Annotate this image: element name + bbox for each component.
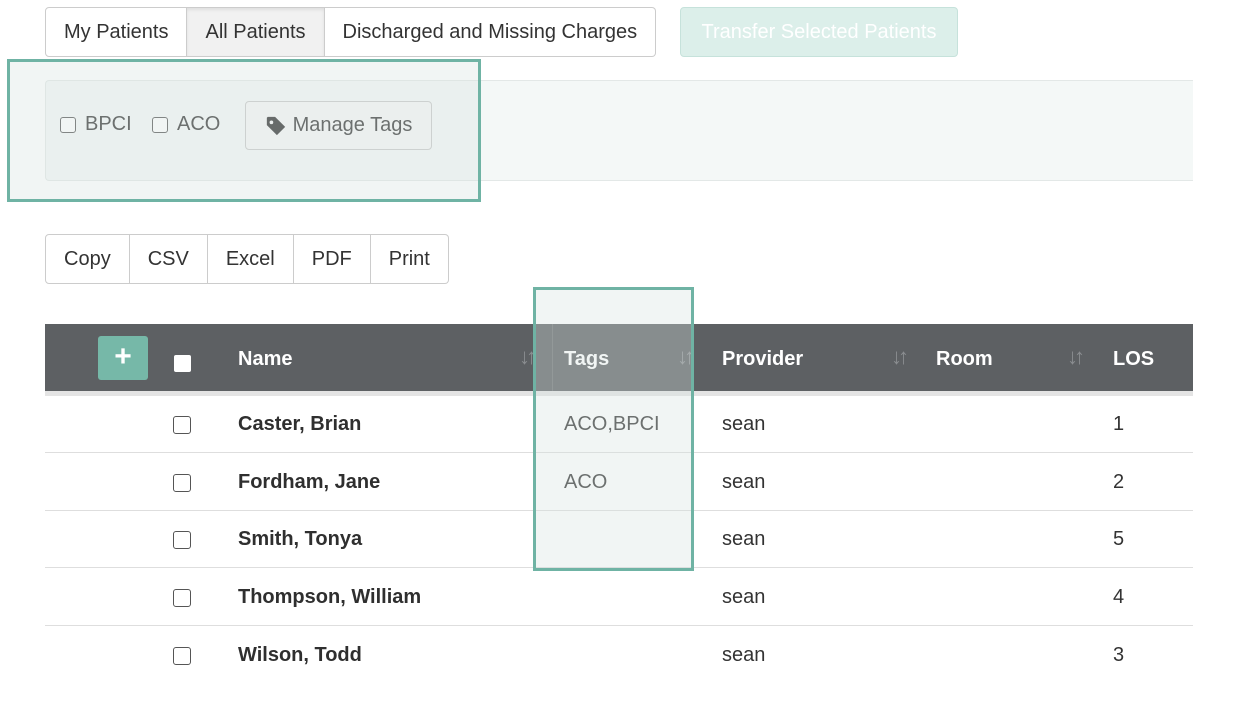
patient-name[interactable]: Fordham, Jane — [238, 471, 380, 494]
bpci-filter[interactable]: BPCI — [60, 113, 132, 136]
csv-button[interactable]: CSV — [129, 234, 208, 284]
table-row[interactable]: Fordham, Jane ACO sean 2 — [45, 454, 1193, 511]
column-header-los[interactable]: LOS — [1113, 348, 1154, 371]
bpci-checkbox[interactable] — [60, 116, 76, 133]
patient-provider: sean — [722, 644, 766, 666]
patient-los: 2 — [1113, 471, 1125, 493]
tag-icon — [266, 116, 285, 135]
aco-checkbox[interactable] — [152, 116, 168, 133]
print-button[interactable]: Print — [370, 234, 449, 284]
column-header-name[interactable]: Name — [238, 348, 292, 371]
sort-icon[interactable]: ↓↑ — [891, 344, 909, 370]
patient-tabs: My Patients All Patients Discharged and … — [45, 7, 657, 57]
patient-los: 5 — [1113, 528, 1125, 550]
tab-my-patients[interactable]: My Patients — [45, 7, 188, 57]
row-checkbox[interactable] — [173, 647, 191, 665]
select-all-checkbox[interactable] — [174, 355, 191, 372]
table-row[interactable]: Caster, Brian ACO,BPCI sean 1 — [45, 396, 1193, 453]
manage-tags-button[interactable]: Manage Tags — [245, 101, 432, 150]
column-header-tags[interactable]: Tags — [564, 348, 609, 371]
column-header-provider[interactable]: Provider — [722, 348, 803, 371]
excel-button[interactable]: Excel — [207, 234, 294, 284]
sort-icon[interactable]: ↓↑ — [677, 344, 695, 370]
patient-los: 4 — [1113, 586, 1125, 608]
row-checkbox[interactable] — [173, 474, 191, 492]
table-row[interactable]: Thompson, William sean 4 — [45, 569, 1193, 626]
export-button-group: Copy CSV Excel PDF Print — [45, 234, 449, 284]
patient-provider: sean — [722, 586, 766, 608]
tab-all-patients[interactable]: All Patients — [187, 7, 325, 57]
transfer-selected-patients-button[interactable]: Transfer Selected Patients — [680, 7, 958, 57]
patient-name[interactable]: Thompson, William — [238, 586, 421, 609]
patient-los: 1 — [1113, 413, 1125, 435]
patient-name[interactable]: Smith, Tonya — [238, 528, 362, 551]
table-row[interactable]: Smith, Tonya sean 5 — [45, 511, 1193, 568]
patient-tags: ACO,BPCI — [564, 413, 660, 435]
aco-label: ACO — [177, 113, 221, 135]
add-patient-button[interactable]: + — [98, 336, 148, 380]
patient-name[interactable]: Wilson, Todd — [238, 644, 362, 667]
table-row[interactable]: Wilson, Todd sean 3 — [45, 627, 1193, 684]
column-divider — [552, 324, 553, 391]
patient-los: 3 — [1113, 644, 1125, 666]
row-checkbox[interactable] — [173, 531, 191, 549]
copy-button[interactable]: Copy — [45, 234, 130, 284]
pdf-button[interactable]: PDF — [293, 234, 371, 284]
bpci-label: BPCI — [85, 113, 132, 135]
tab-discharged-missing-charges[interactable]: Discharged and Missing Charges — [324, 7, 657, 57]
patient-provider: sean — [722, 413, 766, 435]
sort-icon[interactable]: ↓↑ — [519, 344, 537, 370]
patient-provider: sean — [722, 471, 766, 493]
patient-provider: sean — [722, 528, 766, 550]
manage-tags-label: Manage Tags — [292, 114, 413, 136]
sort-icon[interactable]: ↓↑ — [1067, 344, 1085, 370]
column-header-room[interactable]: Room — [936, 348, 993, 371]
aco-filter[interactable]: ACO — [152, 113, 220, 136]
table-header: + Name ↓↑ Tags ↓↑ Provider ↓↑ Room ↓↑ LO… — [45, 324, 1193, 391]
patient-tags: ACO — [564, 471, 608, 493]
row-checkbox[interactable] — [173, 589, 191, 607]
patient-name[interactable]: Caster, Brian — [238, 413, 361, 436]
row-checkbox[interactable] — [173, 416, 191, 434]
